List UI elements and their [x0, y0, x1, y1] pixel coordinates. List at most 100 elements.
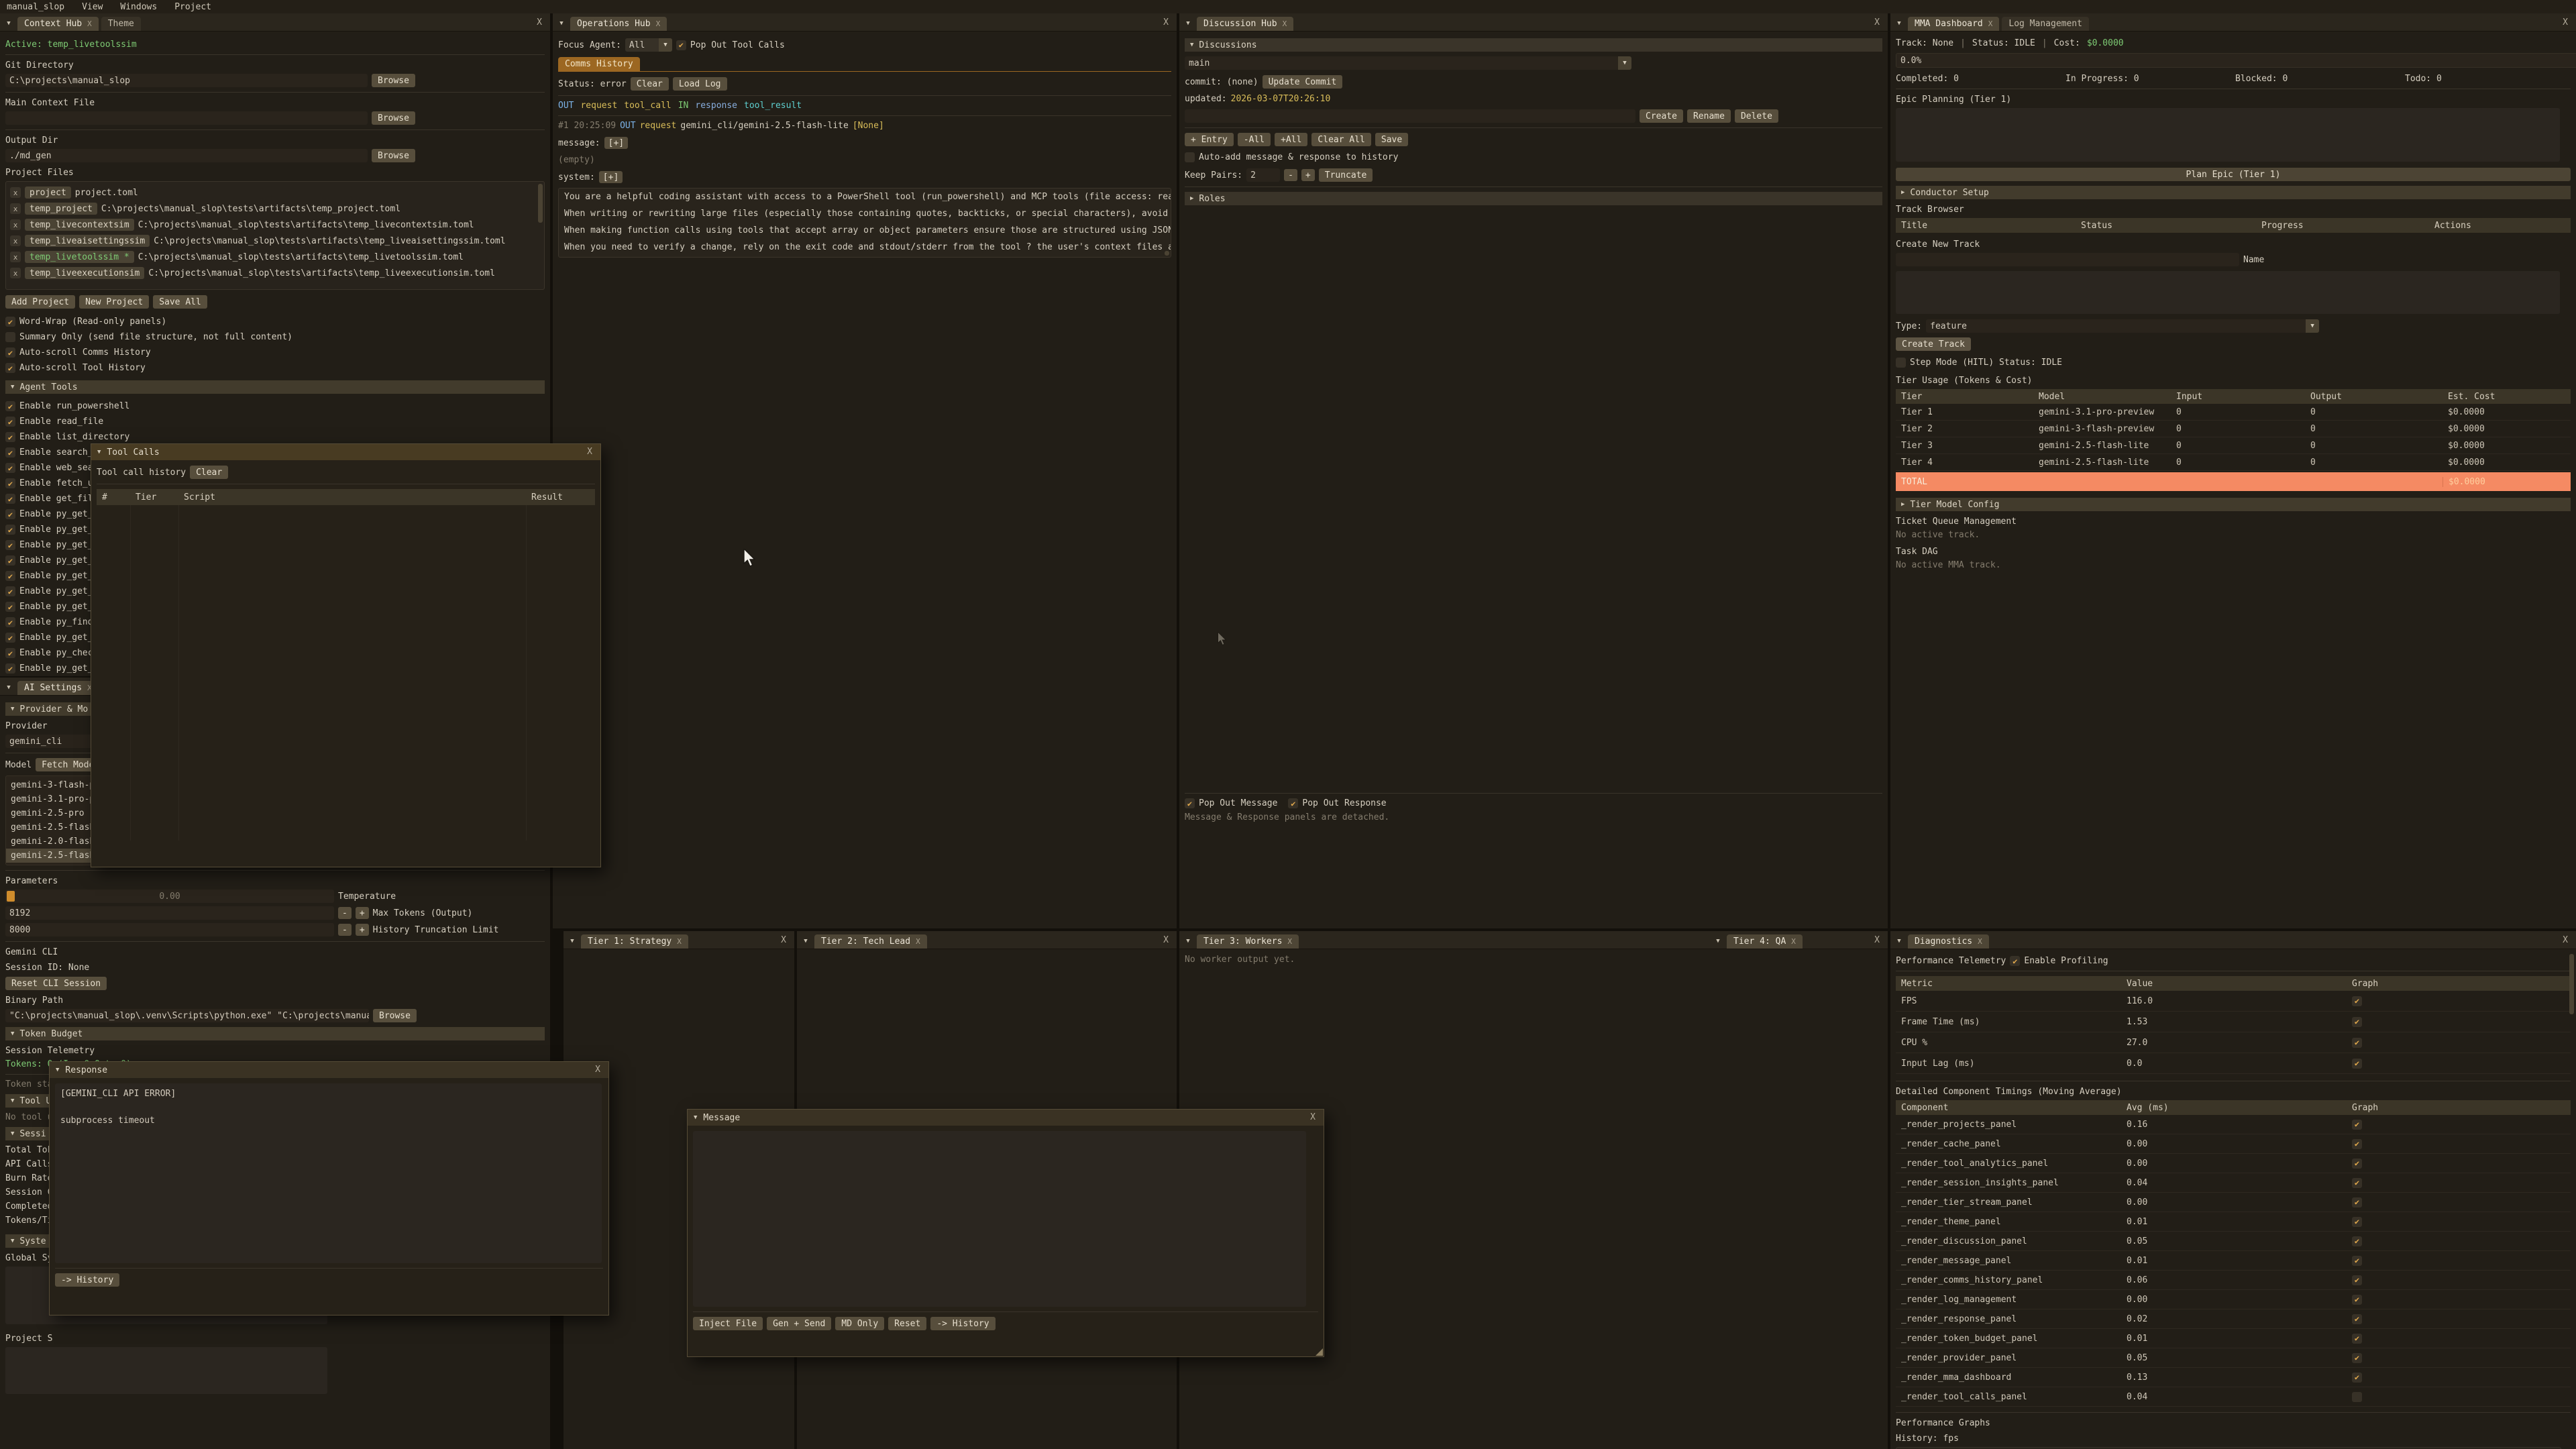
graph-checkbox[interactable]: ✔ [2352, 1059, 2362, 1069]
history-limit-input[interactable]: 8000 [5, 923, 334, 936]
project-file-chip[interactable]: temp_livetoolssim * [25, 251, 134, 263]
main-context-file-input[interactable] [5, 111, 368, 125]
create-track-button[interactable]: Create Track [1896, 337, 1971, 351]
comms-clear-button[interactable]: Clear [631, 77, 669, 91]
option-checkbox-row[interactable]: ✔ Summary Only (send file structure, not… [5, 329, 545, 345]
output-browse-button[interactable]: Browse [372, 149, 415, 162]
tab-ai-settings[interactable]: AI SettingsX [17, 681, 99, 695]
delete-discussion-button[interactable]: Delete [1735, 109, 1778, 123]
checkbox[interactable]: ✔ [5, 317, 15, 327]
entry-action-button[interactable]: -All [1238, 133, 1271, 146]
graph-checkbox[interactable]: ✔ [2352, 1178, 2362, 1188]
remove-file-button[interactable]: x [10, 252, 21, 262]
project-file-row[interactable]: x temp_livetoolssim * C:\projects\manual… [10, 249, 540, 265]
checkbox[interactable]: ✔ [5, 401, 15, 411]
checkbox[interactable]: ✔ [5, 571, 15, 581]
remove-file-button[interactable]: x [10, 203, 21, 214]
pop-out-message-option[interactable]: ✔Pop Out Message [1185, 798, 1277, 808]
checkbox[interactable]: ✔ [5, 525, 15, 535]
entry-action-button[interactable]: Save [1375, 133, 1408, 146]
project-action-button[interactable]: New Project [79, 295, 149, 309]
system-text-box[interactable]: You are a helpful coding assistant with … [558, 188, 1171, 258]
slider-knob[interactable] [7, 891, 15, 902]
git-directory-input[interactable]: C:\projects\manual_slop [5, 74, 368, 87]
collapse-icon[interactable]: ▼ [800, 934, 812, 948]
temperature-slider[interactable]: 0.00 [5, 890, 334, 903]
focus-agent-combo[interactable]: All▼ [625, 38, 672, 52]
tab-mma-dashboard[interactable]: MMA DashboardX [1908, 17, 1999, 31]
close-icon[interactable]: X [2563, 17, 2568, 28]
collapse-icon[interactable]: ▼ [97, 449, 101, 455]
close-icon[interactable]: X [1163, 935, 1169, 945]
enable-profiling-option[interactable]: ✔Enable Profiling [2010, 956, 2108, 966]
checkbox[interactable]: ✔ [5, 332, 15, 342]
project-action-button[interactable]: Add Project [5, 295, 75, 309]
close-icon[interactable]: X [2563, 935, 2568, 945]
close-icon[interactable]: X [1163, 17, 1169, 28]
collapse-icon[interactable]: ▼ [1893, 17, 1905, 30]
checkbox[interactable]: ✔ [5, 586, 15, 596]
close-icon[interactable]: X [1310, 1112, 1316, 1122]
pop-out-response-option[interactable]: ✔Pop Out Response [1288, 798, 1386, 808]
message-textarea[interactable] [693, 1131, 1306, 1307]
project-file-row[interactable]: x temp_project C:\projects\manual_slop\t… [10, 201, 540, 217]
create-discussion-button[interactable]: Create [1640, 109, 1683, 123]
graph-checkbox[interactable]: ✔ [2352, 1256, 2362, 1266]
binary-path-input[interactable]: "C:\projects\manual_slop\.venv\Scripts\p… [5, 1009, 369, 1022]
graph-checkbox[interactable]: ✔ [2352, 1139, 2362, 1149]
tab-tier2-tech-lead[interactable]: Tier 2: Tech LeadX [814, 934, 927, 949]
tab-discussion-hub[interactable]: Discussion HubX [1197, 17, 1293, 31]
reset-cli-session-button[interactable]: Reset CLI Session [5, 977, 107, 990]
remove-file-button[interactable]: x [10, 268, 21, 278]
project-file-chip[interactable]: temp_liveaisettingssim [25, 235, 150, 247]
checkbox[interactable]: ✔ [5, 617, 15, 627]
project-file-row[interactable]: x project project.toml [10, 184, 540, 201]
entry-action-button[interactable]: + Entry [1185, 133, 1234, 146]
discussion-name-input[interactable] [1185, 109, 1635, 123]
graph-checkbox[interactable]: ✔ [2352, 1217, 2362, 1227]
graph-checkbox[interactable]: ✔ [2352, 1392, 2362, 1402]
message-action-button[interactable]: -> History [930, 1317, 995, 1330]
graph-checkbox[interactable]: ✔ [2352, 996, 2362, 1006]
tab-context-hub[interactable]: Context HubX [17, 17, 99, 31]
message-expand-button[interactable]: [+] [604, 137, 628, 149]
graph-checkbox[interactable]: ✔ [2352, 1236, 2362, 1246]
project-file-chip[interactable]: temp_livecontextsim [25, 219, 134, 231]
collapse-icon[interactable]: ▼ [3, 681, 15, 694]
checkbox[interactable]: ✔ [5, 432, 15, 442]
binary-browse-button[interactable]: Browse [373, 1009, 417, 1022]
tier-model-config-header[interactable]: ▶Tier Model Config [1896, 498, 2571, 511]
truncate-button[interactable]: Truncate [1319, 168, 1373, 182]
keep-pairs-input[interactable]: 2 [1246, 168, 1280, 182]
tab-operations-hub[interactable]: Operations HubX [570, 17, 667, 31]
remove-file-button[interactable]: x [10, 187, 21, 198]
system-text-scrollbar[interactable] [1165, 251, 1169, 256]
max-tokens-minus[interactable]: - [338, 907, 352, 919]
max-tokens-input[interactable]: 8192 [5, 906, 334, 920]
checkbox[interactable]: ✔ [5, 463, 15, 473]
message-action-button[interactable]: MD Only [835, 1317, 884, 1330]
tab-comms-history[interactable]: Comms History [558, 57, 640, 71]
message-action-button[interactable]: Inject File [693, 1317, 763, 1330]
option-checkbox-row[interactable]: ✔ Word-Wrap (Read-only panels) [5, 314, 545, 329]
track-type-combo[interactable]: feature▼ [1926, 319, 2319, 333]
collapse-icon[interactable]: ▼ [56, 1067, 59, 1073]
collapse-icon[interactable]: ▼ [1182, 17, 1194, 30]
agent-tool-row[interactable]: ✔ Enable read_file [5, 414, 545, 429]
option-checkbox-row[interactable]: ✔ Auto-scroll Comms History [5, 345, 545, 360]
project-file-chip[interactable]: temp_project [25, 203, 97, 215]
close-icon[interactable]: X [1874, 17, 1880, 28]
main-context-browse-button[interactable]: Browse [372, 111, 415, 125]
close-icon[interactable]: X [595, 1065, 600, 1075]
checkbox[interactable]: ✔ [5, 478, 15, 488]
project-file-chip[interactable]: temp_liveexecutionsim [25, 267, 144, 279]
project-file-row[interactable]: x temp_livecontextsim C:\projects\manual… [10, 217, 540, 233]
close-icon[interactable]: X [781, 935, 786, 945]
graph-checkbox[interactable]: ✔ [2352, 1353, 2362, 1363]
collapse-icon[interactable]: ▼ [1182, 934, 1194, 948]
conductor-setup-header[interactable]: ▶Conductor Setup [1896, 186, 2571, 199]
tab-tier3-workers[interactable]: Tier 3: WorkersX [1197, 934, 1299, 949]
checkbox[interactable]: ✔ [5, 417, 15, 427]
response-history-button[interactable]: -> History [55, 1273, 119, 1287]
checkbox[interactable]: ✔ [5, 663, 15, 674]
